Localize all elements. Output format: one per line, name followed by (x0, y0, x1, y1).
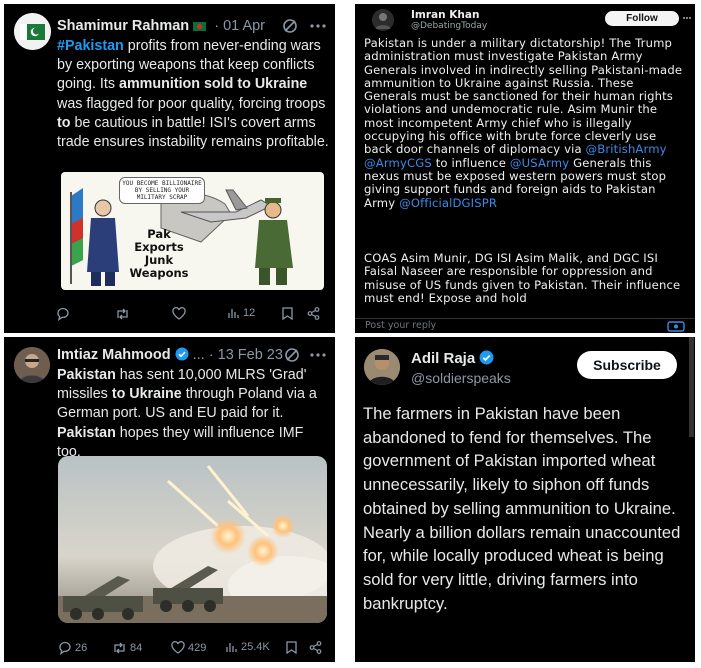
bangladesh-flag-icon (193, 22, 207, 31)
like-button[interactable] (172, 307, 186, 320)
rocket-launch-photo[interactable] (58, 456, 327, 623)
tweet-text: The farmers in Pakistan have been abando… (363, 404, 681, 613)
reply-input[interactable]: Post your reply (365, 320, 436, 331)
speech-bubble: YOU BECOME BILLIONAIRE BY SELLING YOUR M… (119, 177, 205, 204)
photo-illustration (58, 456, 327, 623)
author-handle[interactable]: @DebatingToday (411, 21, 487, 31)
tweet-text: #Pakistan profits from never-ending wars… (57, 37, 332, 152)
post-date[interactable]: 01 Apr (223, 18, 265, 34)
more-options-icon[interactable] (310, 353, 326, 357)
flag-avatar-icon (14, 13, 51, 50)
views-icon (226, 643, 237, 652)
follow-button[interactable]: Follow (605, 11, 679, 26)
tweet-adil-raja: Adil Raja @soldierspeaks Subscribe The f… (355, 337, 695, 662)
avatar[interactable] (372, 9, 394, 31)
like-button[interactable]: 429 (171, 641, 206, 654)
repost-count: 84 (130, 642, 143, 654)
more-options-icon[interactable] (683, 16, 691, 20)
reply-icon (57, 307, 69, 321)
tweet-text: Pakistan is under a military dictatorshi… (364, 36, 686, 210)
bookmark-button[interactable] (286, 641, 297, 654)
tweet-header: Shamimur Rahman · 01 Apr (57, 18, 265, 34)
bold-text: to (57, 114, 71, 131)
repost-button[interactable] (115, 307, 130, 321)
share-button[interactable] (309, 641, 322, 654)
scrollbar[interactable] (689, 337, 694, 437)
heart-icon (171, 641, 185, 654)
reply-button[interactable] (56, 307, 70, 321)
reply-icon (59, 641, 71, 655)
views-count: 25.4K (241, 641, 270, 653)
post-date[interactable]: ... · 13 Feb 23 (193, 347, 283, 363)
author-name[interactable]: Shamimur Rahman (57, 18, 189, 34)
bold-text: Pakistan (57, 367, 116, 383)
repost-icon (114, 642, 125, 654)
verified-badge-icon (175, 347, 189, 361)
avatar[interactable] (14, 347, 50, 383)
author-name[interactable]: Imran Khan (411, 9, 479, 21)
share-icon (309, 641, 322, 654)
text-segment: was flagged for poor quality, forcing tr… (57, 95, 326, 112)
tweet-imtiaz-mahmood: Imtiaz Mahmood ... · 13 Feb 23 Pakistan … (4, 337, 335, 662)
profile-photo-icon (14, 347, 50, 383)
tweet-header: Imtiaz Mahmood ... · 13 Feb 23 (57, 347, 283, 363)
repost-button[interactable]: 84 (112, 641, 142, 655)
action-bar: 12 (4, 307, 335, 325)
author-handle[interactable]: @soldierspeaks (411, 370, 511, 386)
bookmark-icon (282, 307, 293, 320)
author-line: Adil Raja (411, 350, 494, 367)
action-bar: 26 84 429 25.4K (4, 641, 335, 659)
tweet-text-continued: COAS Asim Munir, DG ISI Asim Malik, and … (364, 251, 681, 305)
share-icon (307, 307, 320, 320)
separator: · (214, 18, 220, 34)
mention-link[interactable]: @BritishArmy (586, 142, 667, 156)
bold-text: ammunition sold to Ukraine (119, 76, 308, 93)
text-segment: Pakistan is under a military dictatorshi… (364, 36, 683, 157)
mention-link[interactable]: @USArmy (510, 156, 569, 170)
bookmark-icon (286, 641, 297, 654)
like-count: 429 (188, 641, 207, 654)
repost-icon (117, 308, 128, 320)
cartoon-caption: Pak Exports Junk Weapons (129, 227, 189, 280)
more-options-icon[interactable] (310, 24, 326, 28)
profile-photo-icon (364, 349, 400, 385)
verified-badge-icon (479, 350, 494, 365)
media-icon[interactable] (667, 321, 685, 332)
tweet-shamimur-rahman: Shamimur Rahman · 01 Apr #Pakistan profi… (4, 4, 335, 333)
share-button[interactable] (307, 307, 320, 320)
mention-link[interactable]: @ArmyCGS (364, 156, 432, 170)
mention-link[interactable]: @OfficialDGISPR (399, 196, 497, 210)
reply-count: 26 (75, 642, 88, 654)
reply-button[interactable]: 26 (58, 641, 87, 655)
avatar[interactable] (364, 349, 400, 385)
author-name[interactable]: Adil Raja (411, 350, 475, 367)
avatar[interactable] (14, 13, 51, 50)
author-name[interactable]: Imtiaz Mahmood (57, 347, 171, 363)
subscribe-button[interactable]: Subscribe (577, 351, 677, 379)
heart-icon (172, 307, 186, 320)
views-button[interactable]: 12 (228, 307, 255, 319)
text-segment: be cautious in battle! ISI's covert arms… (57, 114, 329, 151)
bookmark-button[interactable] (282, 307, 293, 320)
reply-bar: Post your reply (355, 318, 695, 333)
views-button[interactable]: 25.4K (226, 641, 270, 653)
tweet-text: Pakistan has sent 10,000 MLRS 'Grad' mis… (57, 366, 329, 462)
grok-icon[interactable] (282, 18, 298, 34)
views-icon (228, 309, 239, 318)
tweet-imran-khan: Imran Khan @DebatingToday Follow Pakista… (355, 4, 695, 333)
bold-text: Pakistan (57, 424, 116, 441)
grok-icon[interactable] (284, 347, 300, 363)
bold-text: to Ukraine (111, 386, 182, 403)
mention-link[interactable]: #Pakistan (57, 38, 124, 54)
views-count: 12 (243, 307, 256, 319)
text-segment: to influence (431, 155, 510, 170)
cartoon-image[interactable]: YOU BECOME BILLIONAIRE BY SELLING YOUR M… (61, 172, 324, 290)
profile-photo-icon (375, 13, 391, 29)
